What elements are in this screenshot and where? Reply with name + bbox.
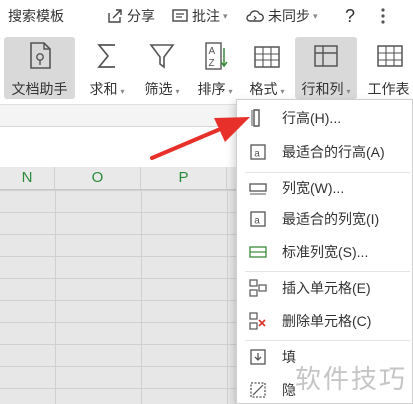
more-button[interactable] <box>380 0 386 32</box>
menu-item-label: 行高(H)... <box>282 110 342 126</box>
hide-icon <box>250 382 266 398</box>
autofit-column-width-icon: a <box>250 211 266 227</box>
help-icon: ? <box>345 5 356 26</box>
watermark: 软件技巧 <box>294 364 407 394</box>
format-label: 格式 <box>249 81 278 97</box>
sum-label: 求和 <box>89 81 118 97</box>
fill-icon <box>250 349 266 365</box>
comment-button[interactable]: 批注 ▾ <box>171 0 228 32</box>
menu-item-row-height[interactable]: 行高(H)... <box>237 103 412 133</box>
menu-separator <box>245 271 410 272</box>
column-label-p: P <box>178 169 189 186</box>
menu-item-delete-cells[interactable]: 删除单元格(C) <box>237 306 412 336</box>
comment-label: 批注 <box>192 8 220 24</box>
column-header-p[interactable]: P <box>141 167 227 189</box>
column-header-n[interactable]: N <box>0 167 55 189</box>
menu-item-column-width[interactable]: 列宽(W)... <box>237 173 412 203</box>
menu-item-insert-cells[interactable]: 插入单元格(E) <box>237 273 412 303</box>
ribbon: 文档助手 求和 ▾ 筛选 ▾ A Z 排序 ▾ 格式 ▾ 行和列 ▾ 工作表 <box>0 34 413 104</box>
menu-item-label: 删除单元格(C) <box>282 313 372 329</box>
svg-text:Z: Z <box>209 58 215 69</box>
rows-and-columns-button[interactable]: 行和列 ▾ <box>295 37 357 99</box>
menu-item-label: 隐 <box>282 382 296 398</box>
column-label-n: N <box>21 169 33 186</box>
column-label-o: O <box>91 169 104 186</box>
sync-label: 未同步 <box>268 8 310 24</box>
filter-button[interactable]: 筛选 ▾ <box>136 37 188 99</box>
chevron-down-icon: ▾ <box>175 87 180 96</box>
document-assistant-button[interactable]: 文档助手 <box>4 37 75 99</box>
delete-cells-icon <box>249 312 266 330</box>
funnel-icon <box>149 44 175 69</box>
menu-item-label: 插入单元格(E) <box>282 280 371 296</box>
menu-item-autofit-column-width[interactable]: a 最适合的列宽(I) <box>237 204 412 234</box>
rows-columns-icon <box>314 45 338 67</box>
chevron-down-icon: ▾ <box>280 87 285 96</box>
filter-label: 筛选 <box>144 81 173 97</box>
svg-text:a: a <box>254 216 260 227</box>
menu-item-label: 最适合的列宽(I) <box>282 211 380 227</box>
menu-item-label: 最适合的行高(A) <box>282 144 385 160</box>
column-width-icon <box>249 183 267 195</box>
search-templates-box[interactable]: 搜索模板 <box>8 0 64 32</box>
sort-az-icon: A Z <box>205 42 228 70</box>
worksheet-label: 工作表 <box>367 81 410 97</box>
worksheet-icon <box>376 45 403 67</box>
help-button[interactable]: ? <box>345 0 355 32</box>
sort-label: 排序 <box>197 81 226 97</box>
menu-item-standard-column-width[interactable]: 标准列宽(S)... <box>237 237 412 267</box>
chevron-down-icon: ▾ <box>346 87 351 96</box>
document-assistant-icon <box>29 42 51 69</box>
comment-icon <box>172 9 188 22</box>
sync-status-button[interactable]: 未同步 ▾ <box>245 0 318 32</box>
menu-item-label: 标准列宽(S)... <box>282 244 369 260</box>
chevron-down-icon: ▾ <box>313 10 318 21</box>
top-toolbar: 搜索模板 分享 批注 ▾ 未同步 ▾ ? <box>0 0 413 34</box>
insert-cells-icon <box>249 279 267 297</box>
standard-column-width-icon <box>249 246 267 258</box>
sigma-icon <box>97 44 115 68</box>
svg-text:A: A <box>209 46 216 57</box>
share-label: 分享 <box>127 8 155 24</box>
chevron-down-icon: ▾ <box>120 87 125 96</box>
format-icon <box>254 46 280 68</box>
document-assistant-label: 文档助手 <box>11 81 68 97</box>
sort-button[interactable]: A Z 排序 ▾ <box>192 37 238 99</box>
vertical-dots-icon <box>381 8 385 24</box>
column-header-o[interactable]: O <box>55 167 141 189</box>
share-icon <box>108 9 122 23</box>
worksheet-button[interactable]: 工作表 <box>364 37 413 99</box>
share-button[interactable]: 分享 <box>106 0 155 32</box>
menu-item-autofit-row-height[interactable]: a 最适合的行高(A) <box>237 137 412 167</box>
format-button[interactable]: 格式 ▾ <box>242 37 292 99</box>
rows-and-columns-label: 行和列 <box>301 81 344 97</box>
annotation-arrow-icon <box>150 117 250 160</box>
cloud-sync-icon <box>246 10 264 22</box>
chevron-down-icon: ▾ <box>228 87 233 96</box>
search-templates-label: 搜索模板 <box>8 8 64 24</box>
menu-item-label: 填 <box>282 349 296 365</box>
sum-button[interactable]: 求和 ▾ <box>82 37 132 99</box>
chevron-down-icon: ▾ <box>223 10 228 21</box>
menu-separator <box>245 340 410 341</box>
menu-item-label: 列宽(W)... <box>282 180 345 196</box>
